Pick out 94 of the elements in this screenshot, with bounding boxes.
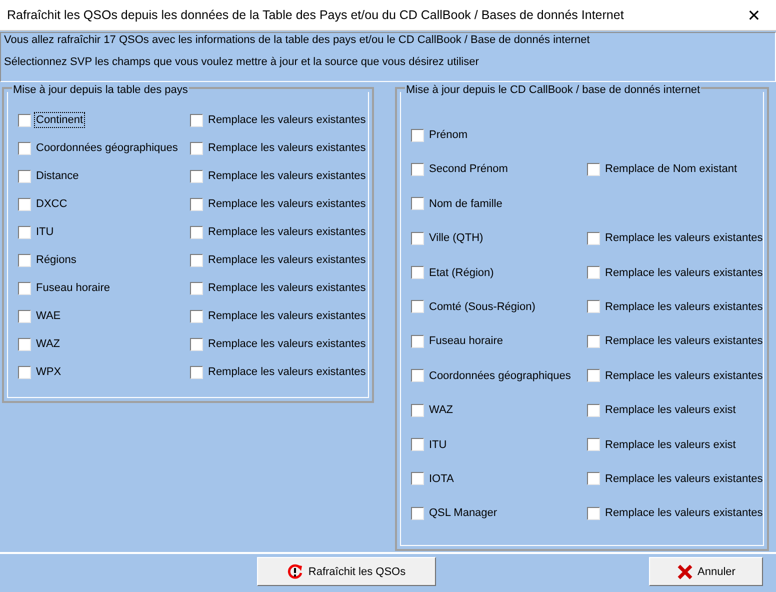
checkbox-label[interactable]: WPX <box>35 365 62 379</box>
checkbox[interactable] <box>18 142 31 154</box>
checkbox-label[interactable]: Fuseau horaire <box>35 281 111 295</box>
checkbox-label[interactable]: Remplace les valeurs exist <box>604 403 737 418</box>
checkbox[interactable] <box>190 366 203 378</box>
checkbox[interactable] <box>18 170 31 182</box>
checkbox[interactable] <box>18 338 31 350</box>
checkbox[interactable] <box>587 369 600 382</box>
checkbox[interactable] <box>411 300 424 314</box>
checkbox-label[interactable]: Régions <box>35 253 78 267</box>
checkbox-label[interactable]: Remplace les valeurs existantes <box>604 231 764 246</box>
checkbox[interactable] <box>411 334 424 348</box>
checkbox-label[interactable]: Remplace les valeurs existantes <box>604 266 764 280</box>
checkbox[interactable] <box>18 198 31 210</box>
checkbox[interactable] <box>411 404 424 417</box>
checkbox-label[interactable]: Remplace les valeurs existantes <box>207 253 367 267</box>
checkbox-label[interactable]: Remplace les valeurs existantes <box>207 225 367 239</box>
checkbox-label[interactable]: Remplace les valeurs existantes <box>207 197 367 211</box>
checkbox-label[interactable]: Remplace les valeurs existantes <box>207 141 367 155</box>
window-title: Rafraîchit les QSOs depuis les données de la Table des Pays et/ou du CD CallBook / Bases de donnés Internet <box>6 8 624 22</box>
checkbox[interactable] <box>587 162 600 176</box>
checkbox-label[interactable]: ITU <box>428 438 448 452</box>
checkbox[interactable] <box>587 404 600 417</box>
checkbox[interactable] <box>587 472 600 486</box>
checkbox[interactable] <box>411 232 424 245</box>
refresh-button[interactable]: Rafraîchit les QSOs <box>257 557 436 586</box>
checkbox[interactable] <box>411 162 424 176</box>
checkbox[interactable] <box>411 128 424 142</box>
checkbox-label[interactable]: Remplace les valeurs existantes <box>207 113 367 127</box>
checkbox-label[interactable]: IOTA <box>428 472 455 486</box>
checkbox-label[interactable]: WAZ <box>428 403 454 418</box>
checkbox[interactable] <box>190 282 203 294</box>
checkbox[interactable] <box>18 310 31 322</box>
info-text: Vous allez rafraîchir 17 QSOs avec les informations de la table des pays et/ou le CD CallBook / Base de donnés internet <box>4 34 591 47</box>
checkbox[interactable] <box>190 142 203 154</box>
checkbox[interactable] <box>587 300 600 314</box>
checkbox[interactable] <box>18 254 31 266</box>
checkbox[interactable] <box>18 226 31 238</box>
checkbox[interactable] <box>190 198 203 210</box>
checkbox-label[interactable]: Continent <box>35 113 84 127</box>
checkbox-label[interactable]: Fuseau horaire <box>428 334 504 348</box>
checkbox[interactable] <box>411 506 424 520</box>
checkbox-label[interactable]: Nom de famille <box>428 196 504 211</box>
checkbox-label[interactable]: Distance <box>35 169 80 183</box>
checkbox[interactable] <box>411 438 424 452</box>
checkbox-label[interactable]: QSL Manager <box>428 506 498 520</box>
info-text: Sélectionnez SVP les champs que vous voulez mettre à jour et la source que vous désirez utiliser <box>4 56 480 69</box>
checkbox-label[interactable]: Remplace de Nom existant <box>604 162 738 176</box>
group-title: Mise à jour depuis la table des pays <box>12 84 189 96</box>
checkbox-label[interactable]: Comté (Sous-Région) <box>428 300 536 314</box>
checkbox-label[interactable]: Prénom <box>428 128 469 142</box>
checkbox-label[interactable]: Second Prénom <box>428 162 509 176</box>
checkbox-label[interactable]: Remplace les valeurs existantes <box>604 334 764 348</box>
refresh-icon <box>287 564 304 580</box>
close-icon <box>676 564 693 580</box>
checkbox-label[interactable]: Remplace les valeurs existantes <box>604 472 764 486</box>
checkbox[interactable] <box>190 338 203 350</box>
checkbox[interactable] <box>587 506 600 520</box>
cancel-button[interactable]: Annuler <box>649 557 763 586</box>
checkbox-label[interactable]: Remplace les valeurs existantes <box>207 365 367 379</box>
group-title: Mise à jour depuis le CD CallBook / base de donnés internet <box>405 84 702 96</box>
checkbox-label[interactable]: Remplace les valeurs existantes <box>604 368 764 383</box>
checkbox-label[interactable]: Remplace les valeurs existantes <box>207 337 367 351</box>
checkbox-label[interactable]: Coordonnées géographiques <box>35 141 179 155</box>
checkbox[interactable] <box>190 226 203 238</box>
checkbox-label[interactable]: WAE <box>35 309 62 323</box>
checkbox[interactable] <box>587 266 600 280</box>
checkbox-label[interactable]: Remplace les valeurs existantes <box>207 169 367 183</box>
checkbox[interactable] <box>587 232 600 245</box>
checkbox-label[interactable]: DXCC <box>35 197 68 211</box>
checkbox-label[interactable]: Remplace les valeurs existantes <box>604 506 764 520</box>
checkbox[interactable] <box>18 282 31 294</box>
checkbox[interactable] <box>411 266 424 280</box>
checkbox[interactable] <box>587 438 600 452</box>
checkbox[interactable] <box>411 369 424 382</box>
checkbox-label[interactable]: Remplace les valeurs existantes <box>207 281 367 295</box>
checkbox[interactable] <box>587 334 600 348</box>
checkbox-label[interactable]: ITU <box>35 225 55 239</box>
checkbox[interactable] <box>411 197 424 210</box>
checkbox-label[interactable]: Ville (QTH) <box>428 231 484 246</box>
close-button[interactable]: ✕ <box>732 6 776 24</box>
checkbox-label[interactable]: WAZ <box>35 337 62 351</box>
checkbox-label[interactable]: Etat (Région) <box>428 266 495 280</box>
checkbox-label[interactable]: Coordonnées géographiques <box>428 368 572 383</box>
checkbox[interactable] <box>411 472 424 486</box>
checkbox[interactable] <box>190 170 203 182</box>
checkbox-label[interactable]: Remplace les valeurs existantes <box>604 300 764 314</box>
checkbox[interactable] <box>18 114 31 126</box>
checkbox[interactable] <box>190 254 203 266</box>
checkbox[interactable] <box>190 310 203 322</box>
checkbox-label[interactable]: Remplace les valeurs existantes <box>207 309 367 323</box>
checkbox-label[interactable]: Remplace les valeurs exist <box>604 438 737 452</box>
checkbox[interactable] <box>18 366 31 378</box>
checkbox[interactable] <box>190 114 203 126</box>
